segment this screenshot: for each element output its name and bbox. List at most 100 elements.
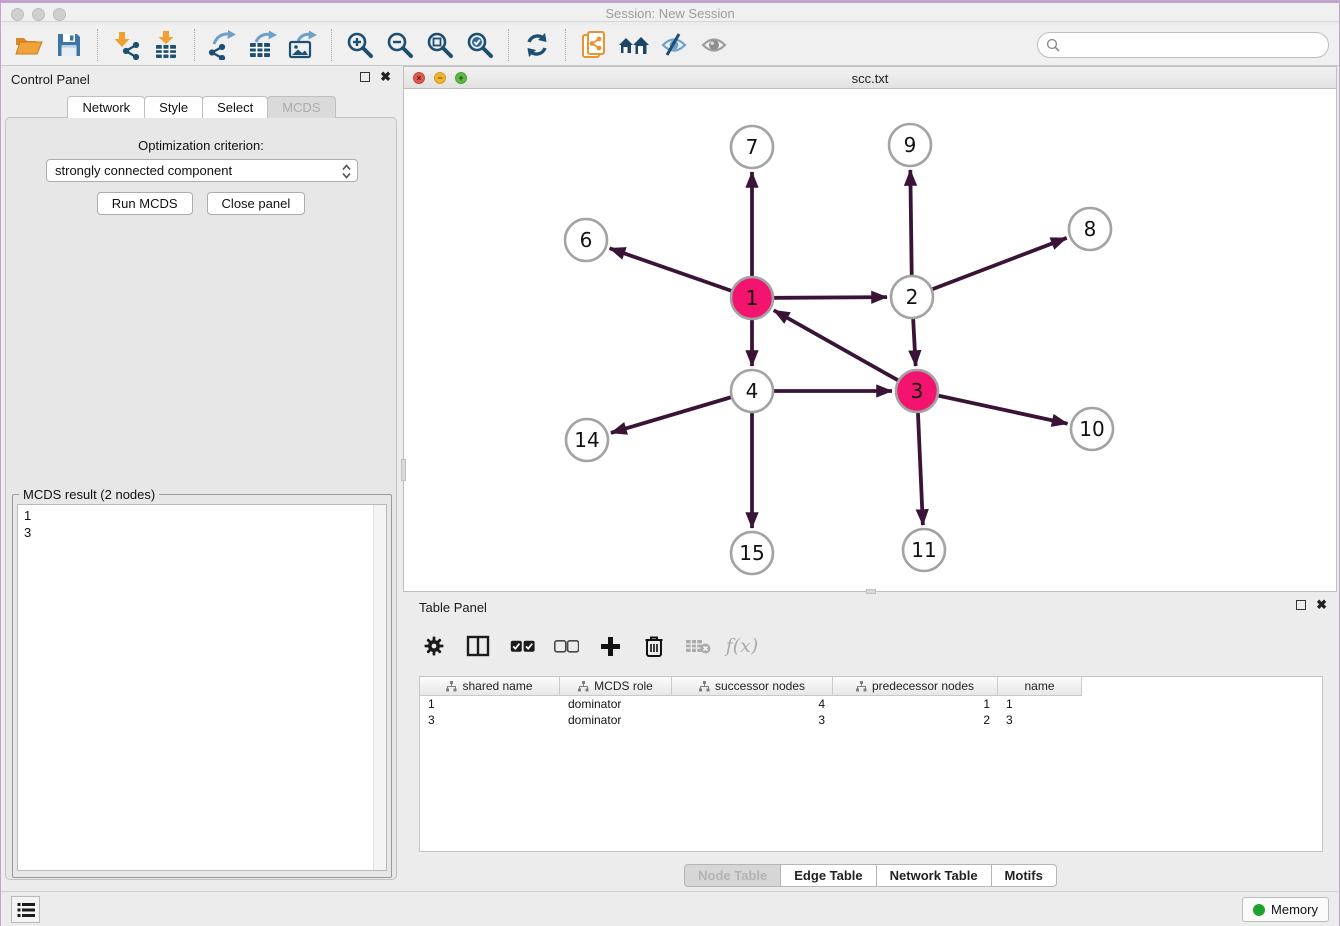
graph-node-4[interactable]: 4 xyxy=(731,370,773,412)
float-table-panel-icon[interactable] xyxy=(1296,600,1306,610)
cell-shared-name[interactable]: 1 xyxy=(420,696,560,712)
table-row[interactable]: 3dominator323 xyxy=(420,712,1082,728)
table-row[interactable]: 1dominator411 xyxy=(420,696,1082,712)
cell-predecessor-nodes[interactable]: 2 xyxy=(833,712,998,728)
tab-motifs[interactable]: Motifs xyxy=(991,864,1057,887)
gear-icon xyxy=(423,635,445,657)
node-label: 8 xyxy=(1084,217,1097,241)
graph-node-6[interactable]: 6 xyxy=(565,219,607,261)
cell-name[interactable]: 1 xyxy=(998,696,1082,712)
search-input[interactable] xyxy=(1060,38,1328,53)
toggle-panels-button[interactable] xyxy=(463,630,493,662)
graph-node-9[interactable]: 9 xyxy=(889,124,931,166)
select-all-columns-button[interactable] xyxy=(507,630,537,662)
import-table-icon xyxy=(152,30,180,60)
export-image-button[interactable] xyxy=(283,27,323,63)
node-label: 1 xyxy=(746,286,759,310)
edge-3-1[interactable] xyxy=(774,310,917,391)
search-field[interactable] xyxy=(1037,32,1329,58)
graph-node-15[interactable]: 15 xyxy=(731,532,773,574)
list-icon xyxy=(17,902,35,918)
import-network-button[interactable] xyxy=(106,27,146,63)
control-panel: Control Panel ✖ NetworkStyleSelectMCDS O… xyxy=(1,66,401,890)
first-neighbors-button[interactable] xyxy=(614,27,654,63)
edge-2-8[interactable] xyxy=(912,238,1067,297)
column-header-MCDS-role[interactable]: MCDS role xyxy=(560,677,672,695)
network-canvas[interactable]: 7 9 6 8 1 2 4 3 14 10 15 11 xyxy=(404,89,1336,591)
cell-successor-nodes[interactable]: 3 xyxy=(672,712,833,728)
cell-MCDS-role[interactable]: dominator xyxy=(560,712,672,728)
edge-3-10[interactable] xyxy=(917,391,1068,424)
graph-node-8[interactable]: 8 xyxy=(1069,208,1111,250)
delete-table-button[interactable] xyxy=(683,630,713,662)
node-label: 10 xyxy=(1079,417,1104,441)
mcds-result-text: 1 3 xyxy=(18,505,386,541)
close-table-panel-icon[interactable]: ✖ xyxy=(1316,600,1327,610)
node-table[interactable]: shared nameMCDS rolesuccessor nodesprede… xyxy=(419,676,1323,852)
export-network-button[interactable] xyxy=(203,27,243,63)
column-header-successor-nodes[interactable]: successor nodes xyxy=(672,677,833,695)
export-table-icon xyxy=(248,30,278,60)
criterion-dropdown[interactable]: strongly connected component xyxy=(46,159,358,182)
graph-node-2[interactable]: 2 xyxy=(891,276,933,318)
import-table-button[interactable] xyxy=(146,27,186,63)
fx-icon: f(x) xyxy=(726,635,759,657)
edge-1-6[interactable] xyxy=(610,248,752,298)
tab-style[interactable]: Style xyxy=(144,96,203,118)
graph-node-14[interactable]: 14 xyxy=(566,419,608,461)
network-graph[interactable]: 7 9 6 8 1 2 4 3 14 10 15 11 xyxy=(404,89,1338,592)
tab-network-table[interactable]: Network Table xyxy=(876,864,992,887)
add-column-button[interactable] xyxy=(595,630,625,662)
cell-name[interactable]: 3 xyxy=(998,712,1082,728)
hide-selected-button[interactable] xyxy=(654,27,694,63)
function-builder-button[interactable]: f(x) xyxy=(727,630,757,662)
network-window-titlebar[interactable]: × − + scc.txt xyxy=(404,67,1336,89)
control-panel-title: Control Panel xyxy=(11,72,90,87)
column-header-name[interactable]: name xyxy=(998,677,1082,695)
zoom-in-button[interactable] xyxy=(340,27,380,63)
export-table-button[interactable] xyxy=(243,27,283,63)
table-toolbar: f(x) xyxy=(419,626,757,666)
show-all-button[interactable] xyxy=(694,27,734,63)
graph-node-3[interactable]: 3 xyxy=(896,370,938,412)
open-file-button[interactable] xyxy=(9,27,49,63)
zoom-out-icon xyxy=(386,31,414,59)
cell-successor-nodes[interactable]: 4 xyxy=(672,696,833,712)
float-panel-icon[interactable] xyxy=(360,72,370,82)
node-label: 15 xyxy=(739,541,764,565)
tab-edge-table[interactable]: Edge Table xyxy=(780,864,876,887)
tab-select[interactable]: Select xyxy=(202,96,268,118)
tab-network[interactable]: Network xyxy=(67,96,145,118)
result-scrollbar[interactable] xyxy=(373,505,386,870)
close-panel-button[interactable]: Close panel xyxy=(207,192,306,215)
graph-node-10[interactable]: 10 xyxy=(1071,408,1113,450)
new-network-from-file-button[interactable] xyxy=(574,27,614,63)
tab-mcds[interactable]: MCDS xyxy=(267,96,335,118)
mcds-result-area[interactable]: 1 3 xyxy=(17,504,387,871)
graph-node-7[interactable]: 7 xyxy=(731,126,773,168)
graph-node-11[interactable]: 11 xyxy=(903,529,945,571)
cell-MCDS-role[interactable]: dominator xyxy=(560,696,672,712)
apply-layout-button[interactable] xyxy=(517,27,557,63)
close-panel-icon[interactable]: ✖ xyxy=(380,72,391,82)
table-settings-button[interactable] xyxy=(419,630,449,662)
run-mcds-button[interactable]: Run MCDS xyxy=(97,192,193,215)
cell-predecessor-nodes[interactable]: 1 xyxy=(833,696,998,712)
node-label: 3 xyxy=(911,379,924,403)
zoom-selected-button[interactable] xyxy=(460,27,500,63)
vertical-splitter-handle[interactable] xyxy=(401,459,406,481)
save-session-button[interactable] xyxy=(49,27,89,63)
zoom-in-icon xyxy=(346,31,374,59)
delete-column-button[interactable] xyxy=(639,630,669,662)
zoom-out-button[interactable] xyxy=(380,27,420,63)
save-icon xyxy=(56,32,82,58)
column-header-shared-name[interactable]: shared name xyxy=(420,677,560,695)
graph-node-1[interactable]: 1 xyxy=(731,277,773,319)
column-header-predecessor-nodes[interactable]: predecessor nodes xyxy=(833,677,998,695)
memory-button[interactable]: Memory xyxy=(1242,897,1329,922)
deselect-all-columns-button[interactable] xyxy=(551,630,581,662)
cell-shared-name[interactable]: 3 xyxy=(420,712,560,728)
tab-node-table[interactable]: Node Table xyxy=(684,864,781,887)
show-task-history-button[interactable] xyxy=(11,896,40,923)
zoom-fit-button[interactable] xyxy=(420,27,460,63)
